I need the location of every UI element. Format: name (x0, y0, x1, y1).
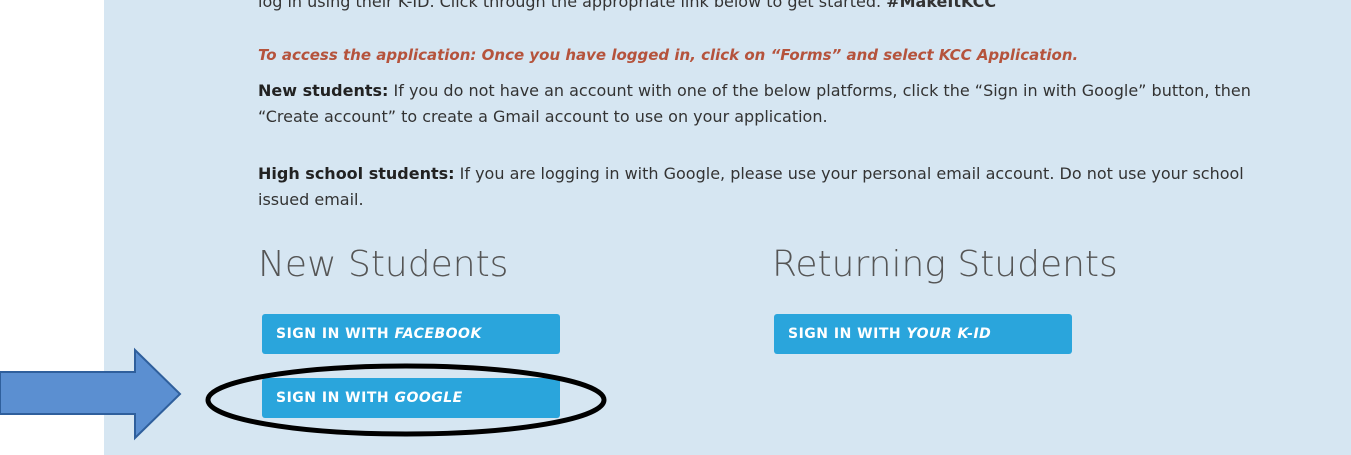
highlight-ellipse (205, 363, 607, 437)
annotation-overlay (0, 347, 607, 441)
right-arrow-icon (0, 347, 182, 441)
